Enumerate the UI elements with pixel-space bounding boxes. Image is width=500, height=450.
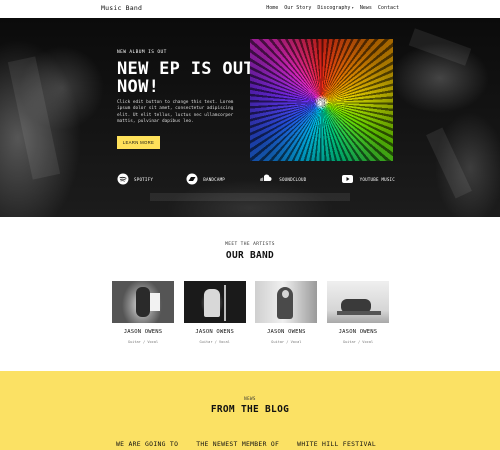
artist-photo: [255, 281, 318, 323]
youtube-icon: [341, 175, 353, 183]
artist-role: Guitar / Vocal: [271, 340, 302, 344]
soundcloud-label: SOUNDCLOUD: [279, 176, 307, 182]
streaming-links: SPOTIFY BANDCAMP SOUNDCLOUD YOUTUBE MUSI…: [117, 172, 395, 186]
soundcloud-link[interactable]: SOUNDCLOUD: [258, 172, 306, 186]
hero-title: NEW EP IS OUT NOW!: [117, 59, 254, 97]
nav-discography-label: Discography: [317, 5, 351, 11]
artist-photo: [112, 281, 174, 323]
hero-section: NEW ALBUM IS OUT NEW EP IS OUT NOW! Clic…: [0, 18, 500, 217]
bandcamp-icon: [186, 173, 198, 185]
main-nav: Home Our Story Discography▾ News Contact: [266, 5, 399, 11]
band-eyebrow: MEET THE ARTISTS: [225, 242, 275, 247]
hero-background-streak: [426, 127, 472, 199]
artist-grid: JASON OWENS Guitar / Vocal JASON OWENS G…: [112, 281, 389, 344]
artist-name: JASON OWENS: [195, 329, 234, 335]
artist-role: Guitar / Vocal: [199, 340, 230, 344]
bandcamp-link[interactable]: BANDCAMP: [186, 172, 225, 186]
artist-role: Guitar / Vocal: [342, 340, 374, 344]
nav-home[interactable]: Home: [266, 5, 278, 11]
blog-post-list: WE ARE GOING TO THE NEWEST MEMBER OF WHI…: [116, 440, 376, 448]
artist-role: Guitar / Vocal: [127, 340, 159, 344]
hero-description: Click edit button to change this text. L…: [117, 100, 234, 125]
album-cover-image: [250, 39, 393, 161]
blog-post-title[interactable]: THE NEWEST MEMBER OF: [196, 440, 279, 448]
artist-photo: [326, 281, 389, 323]
artist-card: JASON OWENS Guitar / Vocal: [112, 281, 174, 344]
spotify-link[interactable]: SPOTIFY: [117, 172, 153, 186]
blog-section: NEWS FROM THE BLOG WE ARE GOING TO THE N…: [0, 371, 500, 450]
artist-name: JASON OWENS: [338, 329, 378, 335]
blog-eyebrow: NEWS: [244, 396, 256, 401]
nav-our-story[interactable]: Our Story: [284, 5, 311, 11]
hero-background-streak: [7, 56, 61, 180]
nav-discography[interactable]: Discography▾: [317, 5, 354, 11]
nav-news[interactable]: News: [360, 5, 372, 11]
blog-post-title[interactable]: WE ARE GOING TO: [116, 440, 178, 448]
nav-contact[interactable]: Contact: [378, 5, 399, 11]
soundcloud-icon: [260, 174, 272, 181]
artist-name: JASON OWENS: [123, 329, 163, 335]
hero-background-streak: [150, 193, 350, 201]
learn-more-button[interactable]: LEARN MORE: [117, 136, 160, 149]
site-logo[interactable]: Music Band: [101, 4, 142, 12]
artist-card: JASON OWENS Guitar / Vocal: [183, 281, 246, 344]
spotify-label: SPOTIFY: [134, 176, 154, 182]
site-header: Music Band Home Our Story Discography▾ N…: [0, 0, 500, 18]
blog-section-title: FROM THE BLOG: [210, 404, 290, 415]
band-section-title: OUR BAND: [225, 250, 275, 261]
spotify-icon: [117, 173, 129, 185]
artist-photo-highlight: [336, 311, 381, 315]
chevron-down-icon: ▾: [351, 5, 354, 10]
youtube-music-label: YOUTUBE MUSIC: [359, 176, 395, 182]
artist-photo-highlight: [150, 293, 160, 311]
artist-photo-figure: [136, 287, 150, 317]
artist-name: JASON OWENS: [267, 329, 306, 335]
artist-card: JASON OWENS Guitar / Vocal: [255, 281, 318, 344]
artist-photo: [183, 281, 246, 323]
artist-card: JASON OWENS Guitar / Vocal: [326, 281, 389, 344]
bandcamp-label: BANDCAMP: [203, 176, 226, 182]
youtube-music-link[interactable]: YOUTUBE MUSIC: [340, 172, 395, 186]
artist-photo-highlight: [223, 285, 226, 321]
hero-eyebrow: NEW ALBUM IS OUT: [117, 50, 167, 55]
blog-post-title[interactable]: WHITE HILL FESTIVAL: [297, 440, 376, 448]
hero-background-streak: [408, 28, 472, 66]
artist-photo-figure: [203, 289, 220, 317]
